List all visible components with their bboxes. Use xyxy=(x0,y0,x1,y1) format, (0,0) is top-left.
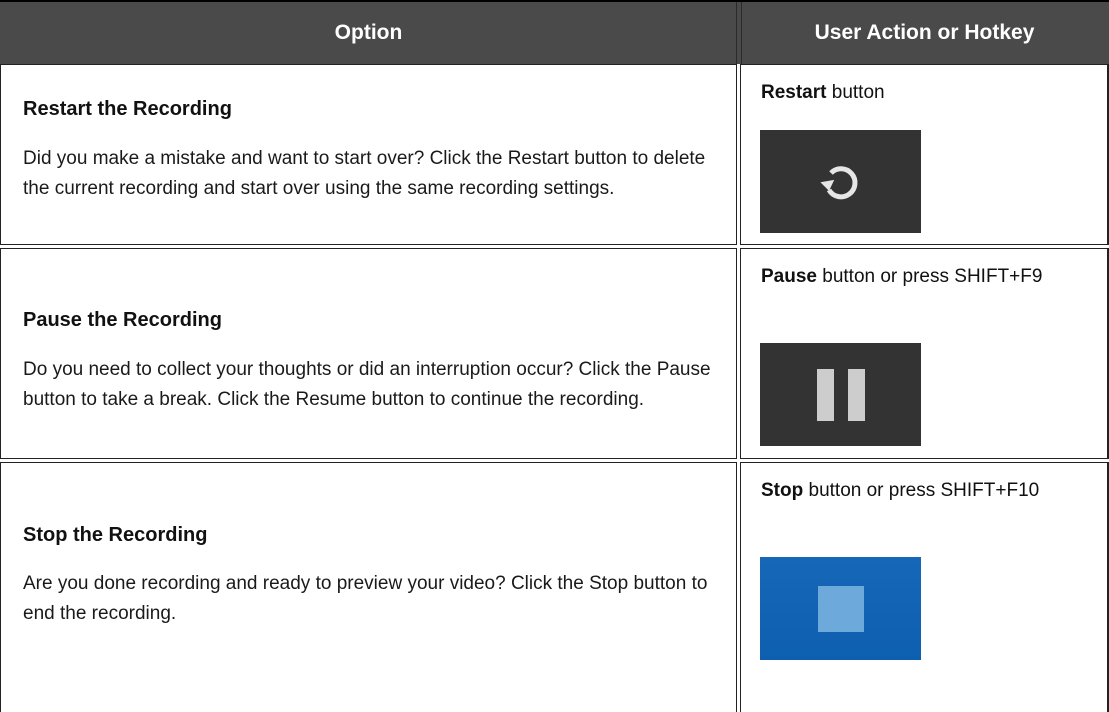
header-user-action: User Action or Hotkey xyxy=(814,21,1035,44)
restart-icon xyxy=(819,165,857,199)
row-title: Stop the Recording xyxy=(23,524,208,546)
table-header-row: Option User Action or Hotkey xyxy=(0,0,1109,64)
pause-button[interactable] xyxy=(760,343,921,446)
row-title: Restart the Recording xyxy=(23,98,232,120)
pause-icon xyxy=(816,368,865,421)
option-cell: Pause the Recording Do you need to colle… xyxy=(0,248,737,459)
stop-icon xyxy=(817,585,864,632)
action-detail: button xyxy=(826,82,885,103)
action-text: Stop button or press SHIFT+F10 xyxy=(761,479,1091,503)
action-detail: button or press SHIFT+F9 xyxy=(816,266,1043,287)
row-description: Are you done recording and ready to prev… xyxy=(23,573,708,624)
action-text: Pause button or press SHIFT+F9 xyxy=(761,265,1091,289)
options-table: Option User Action or Hotkey Restart the… xyxy=(0,0,1109,712)
row-description: Did you make a mistake and want to start… xyxy=(23,148,706,199)
action-button-name: Restart xyxy=(761,82,827,103)
action-cell: Restart button xyxy=(740,64,1109,245)
table-row: Pause the Recording Do you need to colle… xyxy=(0,248,1109,459)
action-cell: Stop button or press SHIFT+F10 xyxy=(740,462,1109,712)
option-cell: Stop the Recording Are you done recordin… xyxy=(0,462,737,712)
action-detail: button or press SHIFT+F10 xyxy=(803,480,1040,501)
restart-button[interactable] xyxy=(760,130,921,233)
header-option: Option xyxy=(334,21,403,44)
action-cell: Pause button or press SHIFT+F9 xyxy=(740,248,1109,459)
row-title: Pause the Recording xyxy=(23,309,222,331)
action-text: Restart button xyxy=(761,81,1091,105)
action-button-name: Stop xyxy=(761,480,804,501)
option-cell: Restart the Recording Did you make a mis… xyxy=(0,64,737,245)
table-row: Restart the Recording Did you make a mis… xyxy=(0,64,1109,245)
action-button-name: Pause xyxy=(761,266,817,287)
row-description: Do you need to collect your thoughts or … xyxy=(23,359,711,410)
stop-button[interactable] xyxy=(760,557,921,660)
table-row: Stop the Recording Are you done recordin… xyxy=(0,462,1109,712)
